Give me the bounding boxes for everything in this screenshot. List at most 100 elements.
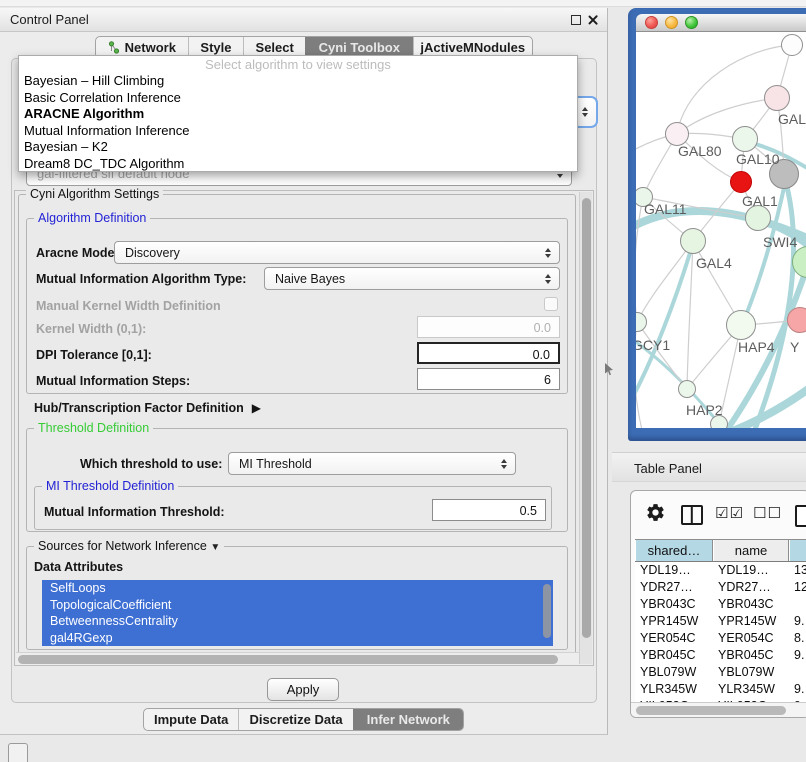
algorithm-option-bayesian-k2[interactable]: Bayesian – K2	[19, 139, 577, 156]
sources-expander[interactable]: Sources for Network Inference ▼	[34, 539, 224, 553]
kernel-width-field[interactable]: 0.0	[417, 316, 560, 338]
tab-infer-network[interactable]: Infer Network	[353, 709, 463, 730]
table-cell: YBR045C	[635, 647, 713, 664]
mi-threshold-label: Mutual Information Threshold:	[44, 505, 225, 519]
table-cell: YPR145W	[713, 613, 789, 630]
data-attributes-label: Data Attributes	[34, 560, 123, 574]
node-label-hap2: HAP2	[686, 402, 723, 418]
minimize-traffic-light[interactable]	[665, 16, 678, 29]
node-label-gal11: GAL11	[644, 201, 687, 217]
table-cell: YDR27…	[635, 579, 713, 596]
network-node[interactable]	[787, 307, 806, 333]
split-columns-icon[interactable]	[681, 505, 703, 525]
node-label-gal1: GAL1	[742, 193, 778, 209]
hub-factor-expander[interactable]: Hub/Transcription Factor Definition▶	[34, 401, 261, 415]
network-window-titlebar[interactable]	[636, 14, 806, 32]
close-window-icon[interactable]	[587, 14, 599, 26]
panel-title: Control Panel	[10, 12, 89, 27]
network-node[interactable]	[764, 85, 790, 111]
table-row[interactable]: YLR345WYLR345W9.	[635, 681, 806, 698]
mi-algorithm-type-combobox[interactable]: Naive Bayes	[264, 267, 560, 290]
table-cell: 9.	[789, 681, 806, 698]
table-cell: YLR345W	[635, 681, 713, 698]
algorithm-option-mutual-information-inference[interactable]: Mutual Information Inference	[19, 123, 577, 140]
data-attributes-list: SelfLoopsTopologicalCoefficientBetweenne…	[42, 580, 553, 646]
gear-icon[interactable]	[645, 502, 666, 528]
algorithm-option-aracne-algorithm[interactable]: ARACNE Algorithm	[19, 106, 577, 123]
network-node[interactable]	[730, 171, 752, 193]
attribute-item-selfloops[interactable]: SelfLoops	[42, 580, 553, 597]
screenshot-root: Control Panel NetworkStyleSelectCyni Too…	[0, 0, 806, 762]
table-row[interactable]: YBL079WYBL079W	[635, 664, 806, 681]
table-cell: 9.	[789, 613, 806, 630]
close-traffic-light[interactable]	[645, 16, 658, 29]
table-row[interactable]: YDR27…YDR27…12	[635, 579, 806, 596]
table-row[interactable]: YER054CYER054C8.	[635, 630, 806, 647]
network-node[interactable]	[781, 34, 803, 56]
column-header-2[interactable]	[789, 540, 806, 561]
collapsed-panel-icon[interactable]	[8, 743, 28, 762]
table-row[interactable]: YPR145WYPR145W9.	[635, 613, 806, 630]
table-cell: YER054C	[635, 630, 713, 647]
chevron-updown-icon	[540, 248, 555, 258]
node-label-y: Y	[790, 339, 799, 355]
table-panel-titlebar: Table Panel	[612, 452, 806, 482]
attributes-list-scrollbar[interactable]	[543, 584, 551, 638]
column-header-shared[interactable]: shared…	[635, 540, 713, 561]
tab-discretize-data[interactable]: Discretize Data	[238, 709, 352, 730]
show-columns-icon[interactable]: ☑☑	[715, 504, 744, 522]
table-horizontal-scrollbar[interactable]	[631, 702, 806, 717]
table-cell: 8.	[789, 630, 806, 647]
table-cell: YBR043C	[713, 596, 789, 613]
network-node[interactable]	[680, 228, 706, 254]
table-row[interactable]: YBR043CYBR043C	[635, 596, 806, 613]
node-label-swi4: SWI4	[763, 234, 797, 250]
algorithm-option-dream8-dc-tdc-algorithm[interactable]: Dream8 DC_TDC Algorithm	[19, 156, 577, 173]
network-view-window: GALGAL80GAL10GAL1SWI4GAL11GAL4GCY1HAP4YH…	[628, 8, 806, 441]
manual-kernel-checkbox[interactable]	[544, 297, 558, 311]
table-cell: 12	[789, 579, 806, 596]
node-label-gal4: GAL4	[696, 255, 732, 271]
apply-button[interactable]: Apply	[267, 678, 339, 701]
settings-vertical-scrollbar[interactable]	[579, 192, 592, 664]
float-window-icon[interactable]	[571, 15, 581, 25]
algorithm-option-bayesian-hill-climbing[interactable]: Bayesian – Hill Climbing	[19, 73, 577, 90]
column-header-name[interactable]: name	[713, 540, 789, 561]
hide-columns-icon[interactable]: ☐☐	[753, 504, 782, 522]
dropdown-placeholder: Select algorithm to view settings	[19, 56, 577, 73]
new-table-icon[interactable]	[795, 505, 806, 527]
which-threshold-label: Which threshold to use:	[80, 457, 222, 471]
table-cell: YLR345W	[713, 681, 789, 698]
chevron-updown-icon	[577, 107, 592, 117]
mouse-cursor	[604, 363, 614, 381]
attribute-item-gal4rgexp[interactable]: gal4RGexp	[42, 630, 553, 647]
table-row[interactable]: YBR045CYBR045C9.	[635, 647, 806, 664]
network-node[interactable]	[726, 310, 756, 340]
aracne-mode-label: Aracne Mode:	[36, 246, 119, 260]
table-body: YDL19…YDL19…13YDR27…YDR27…12YBR043CYBR04…	[635, 562, 806, 703]
node-label-gal: GAL	[778, 111, 806, 127]
algorithm-dropdown-list: Select algorithm to view settings Bayesi…	[18, 55, 578, 172]
attribute-item-betweennesscentrality[interactable]: BetweennessCentrality	[42, 613, 553, 630]
dpi-tolerance-field[interactable]: 0.0	[417, 342, 560, 364]
table-row[interactable]: YDL19…YDL19…13	[635, 562, 806, 579]
expander-right-icon: ▶	[252, 401, 261, 415]
group-title: MI Threshold Definition	[42, 479, 178, 493]
network-canvas[interactable]: GALGAL80GAL10GAL1SWI4GAL11GAL4GCY1HAP4YH…	[636, 32, 806, 428]
network-node[interactable]	[732, 126, 758, 152]
node-label-hap4: HAP4	[738, 339, 775, 355]
mi-threshold-field[interactable]: 0.5	[432, 499, 546, 521]
network-node[interactable]	[678, 380, 696, 398]
tab-impute-data[interactable]: Impute Data	[144, 709, 238, 730]
table-cell: YBL079W	[635, 664, 713, 681]
table-header: shared…name	[635, 539, 806, 562]
settings-horizontal-scrollbar[interactable]	[16, 652, 592, 665]
attribute-item-topologicalcoefficient[interactable]: TopologicalCoefficient	[42, 597, 553, 614]
zoom-traffic-light[interactable]	[685, 16, 698, 29]
algorithm-option-basic-correlation-inference[interactable]: Basic Correlation Inference	[19, 90, 577, 107]
mi-steps-field[interactable]: 6	[417, 368, 560, 390]
control-panel-titlebar: Control Panel	[0, 8, 607, 32]
which-threshold-combobox[interactable]: MI Threshold	[228, 452, 516, 475]
table-cell: 13	[789, 562, 806, 579]
aracne-mode-combobox[interactable]: Discovery	[114, 241, 560, 264]
